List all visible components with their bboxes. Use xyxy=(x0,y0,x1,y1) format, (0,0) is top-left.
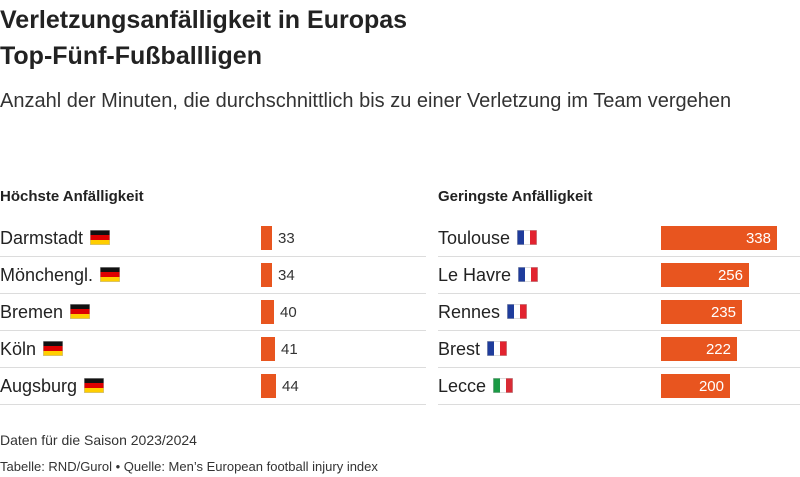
germany-flag xyxy=(100,267,121,283)
team-label: Köln xyxy=(0,339,37,359)
team-label: Darmstadt xyxy=(0,228,84,248)
value-label: 33 xyxy=(278,230,295,247)
value-bar xyxy=(261,337,275,361)
team-name: Köln xyxy=(0,331,64,368)
source-credit: Tabelle: RND/Gurol • Quelle: Men’s Europ… xyxy=(0,459,378,474)
value-label: 34 xyxy=(278,267,295,284)
team-label: Le Havre xyxy=(438,265,512,285)
germany-flag xyxy=(43,341,64,357)
table-row: Toulouse 338 xyxy=(438,220,800,257)
value-label: 200 xyxy=(698,378,724,395)
team-name: Toulouse xyxy=(438,220,538,257)
table-row: Bremen 40 xyxy=(0,294,426,331)
team-label: Brest xyxy=(438,339,481,359)
table-row: Augsburg 44 xyxy=(0,368,426,405)
season-note: Daten für die Saison 2023/2024 xyxy=(0,432,197,448)
team-name: Lecce xyxy=(438,368,514,405)
value-bar xyxy=(261,374,276,398)
chart-title-line2: Top-Fünf-Fußballligen xyxy=(0,42,262,70)
table-row: Köln 41 xyxy=(0,331,426,368)
value-label: 41 xyxy=(281,341,298,358)
team-label: Toulouse xyxy=(438,228,511,248)
france-flag xyxy=(487,341,508,357)
germany-flag xyxy=(84,378,105,394)
italy-flag xyxy=(493,378,514,394)
chart-title-line1: Verletzungsanfälligkeit in Europas xyxy=(0,6,408,34)
value-bar xyxy=(261,226,272,250)
team-label: Lecce xyxy=(438,376,487,396)
value-bar xyxy=(261,263,272,287)
table-row: Lecce 200 xyxy=(438,368,800,405)
left-table-heading: Höchste Anfälligkeit xyxy=(0,188,144,205)
value-label: 256 xyxy=(717,267,743,284)
germany-flag xyxy=(90,230,111,246)
team-label: Augsburg xyxy=(0,376,78,396)
team-label: Mönchengl. xyxy=(0,265,94,285)
team-name: Darmstadt xyxy=(0,220,111,257)
team-label: Bremen xyxy=(0,302,64,322)
france-flag xyxy=(507,304,528,320)
germany-flag xyxy=(70,304,91,320)
team-name: Bremen xyxy=(0,294,91,331)
table-row: Brest 222 xyxy=(438,331,800,368)
team-label: Rennes xyxy=(438,302,501,322)
value-label: 222 xyxy=(705,341,731,358)
value-label: 235 xyxy=(710,304,736,321)
value-bar xyxy=(261,300,274,324)
table-row: Mönchengl. 34 xyxy=(0,257,426,294)
team-name: Brest xyxy=(438,331,508,368)
france-flag xyxy=(517,230,538,246)
france-flag xyxy=(518,267,539,283)
value-label: 44 xyxy=(282,378,299,395)
value-label: 338 xyxy=(745,230,771,247)
team-name: Mönchengl. xyxy=(0,257,121,294)
team-name: Rennes xyxy=(438,294,528,331)
chart-title: Verletzungsanfälligkeit in Europas Top-F… xyxy=(0,2,790,74)
team-name: Le Havre xyxy=(438,257,539,294)
chart-subtitle: Anzahl der Minuten, die durchschnittlich… xyxy=(0,90,732,112)
value-label: 40 xyxy=(280,304,297,321)
table-row: Le Havre 256 xyxy=(438,257,800,294)
table-row: Darmstadt 33 xyxy=(0,220,426,257)
team-name: Augsburg xyxy=(0,368,105,405)
right-table-heading: Geringste Anfälligkeit xyxy=(438,188,593,205)
table-row: Rennes 235 xyxy=(438,294,800,331)
